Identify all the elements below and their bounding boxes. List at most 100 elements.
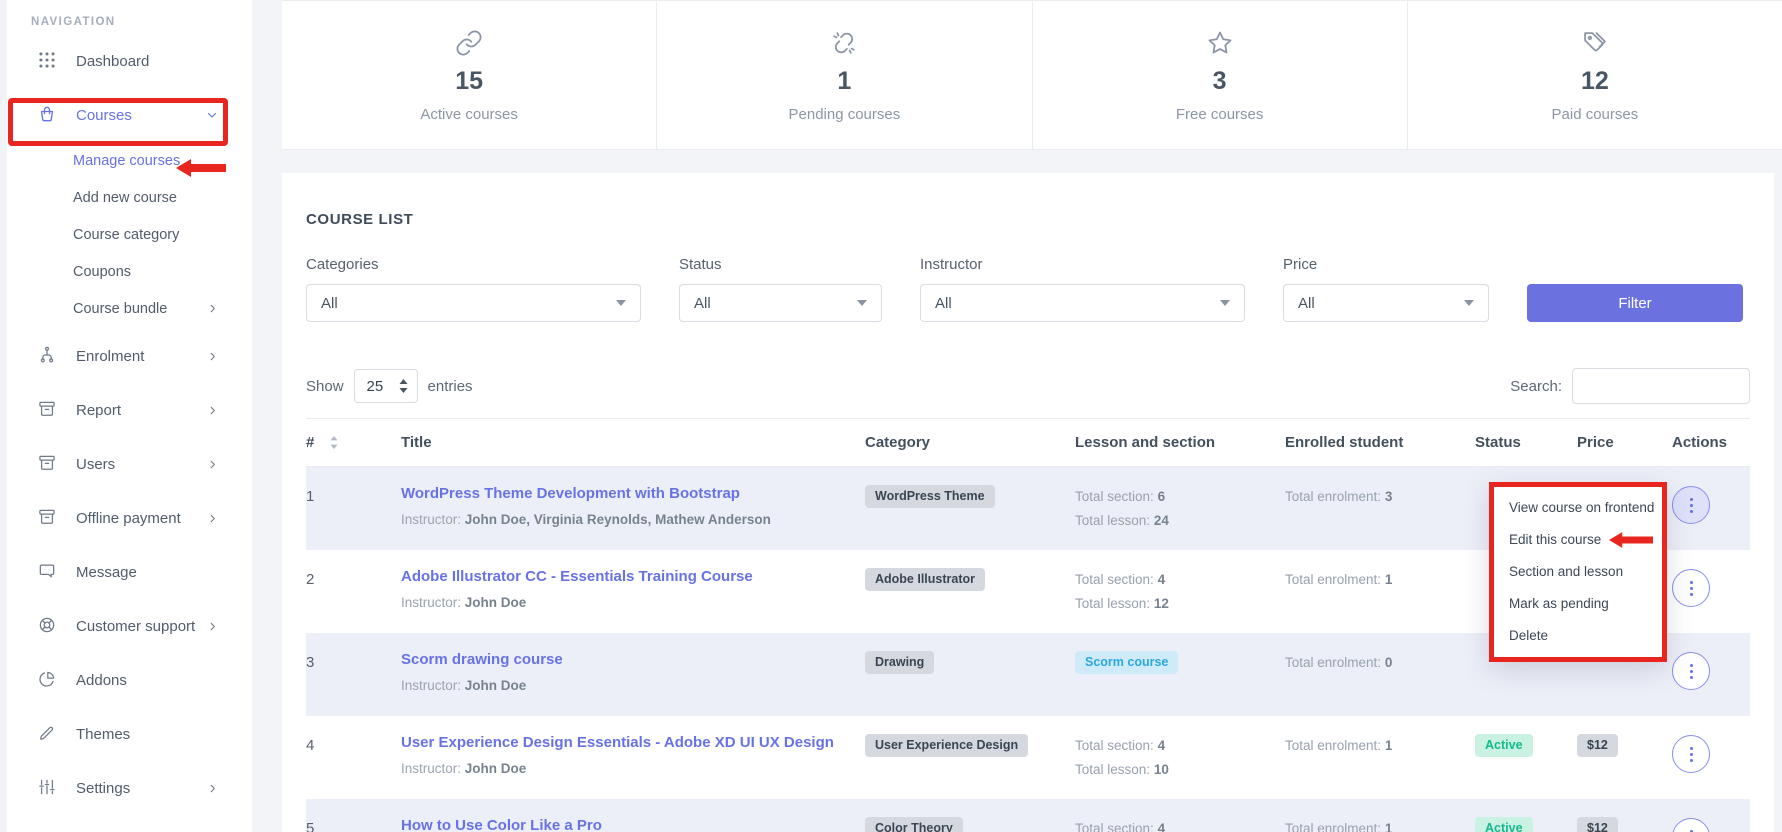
table-header-status[interactable]: Status bbox=[1475, 434, 1577, 451]
row-actions-button[interactable] bbox=[1672, 818, 1710, 832]
row-actions-button[interactable] bbox=[1672, 735, 1710, 773]
sidebar-item-message[interactable]: Message bbox=[7, 545, 252, 599]
sidebar-item-label: Themes bbox=[76, 726, 130, 743]
menu-item-mark-pending[interactable]: Mark as pending bbox=[1509, 588, 1662, 620]
hierarchy-icon bbox=[37, 345, 59, 367]
sidebar-item-report[interactable]: Report bbox=[7, 383, 252, 437]
sidebar-item-enrolment[interactable]: Enrolment bbox=[7, 329, 252, 383]
sidebar-item-label: Dashboard bbox=[76, 53, 149, 70]
subitem-label: Add new course bbox=[73, 190, 177, 206]
stat-card-free-courses: 3 Free courses bbox=[1033, 1, 1408, 149]
vertical-ellipsis-icon bbox=[1690, 504, 1693, 507]
price-select[interactable]: All bbox=[1283, 284, 1489, 322]
filter-instructor: Instructor All bbox=[920, 256, 1245, 322]
sidebar-subitem-course-bundle[interactable]: Course bundle bbox=[7, 290, 252, 327]
sidebar-item-offline-payment[interactable]: Offline payment bbox=[7, 491, 252, 545]
table-header-category[interactable]: Category bbox=[865, 434, 1075, 451]
filter-button[interactable]: Filter bbox=[1527, 284, 1743, 322]
sidebar-item-label: Addons bbox=[76, 672, 127, 689]
sidebar-item-label: Courses bbox=[76, 107, 132, 124]
sidebar-item-courses[interactable]: Courses bbox=[7, 88, 252, 142]
dropdown-caret-icon bbox=[616, 300, 626, 306]
instructor-names: John Doe bbox=[465, 761, 527, 776]
show-label: Show bbox=[306, 378, 344, 395]
table-header-title[interactable]: Title bbox=[401, 434, 865, 451]
table-header-enrolled[interactable]: Enrolled student bbox=[1285, 434, 1475, 451]
sidebar-item-customer-support[interactable]: Customer support bbox=[7, 599, 252, 653]
stat-value: 1 bbox=[837, 69, 851, 94]
row-actions-button[interactable] bbox=[1672, 486, 1710, 524]
search-input[interactable] bbox=[1572, 368, 1750, 404]
page-title: COURSE LIST bbox=[306, 211, 1750, 228]
spinner-icon bbox=[399, 379, 408, 393]
sidebar-item-label: Customer support bbox=[76, 618, 195, 635]
menu-item-label: Edit this course bbox=[1509, 524, 1601, 556]
sidebar-item-dashboard[interactable]: Dashboard bbox=[7, 34, 252, 88]
archive-icon bbox=[37, 507, 59, 529]
sort-icon[interactable] bbox=[330, 436, 338, 449]
sidebar-item-label: Enrolment bbox=[76, 348, 144, 365]
stat-value: 12 bbox=[1581, 69, 1609, 94]
course-title-link[interactable]: How to Use Color Like a Pro bbox=[401, 817, 602, 832]
menu-item-view-course[interactable]: View course on frontend bbox=[1509, 492, 1662, 524]
table-header-actions: Actions bbox=[1672, 434, 1750, 451]
menu-item-label: Delete bbox=[1509, 620, 1548, 652]
row-actions-button[interactable] bbox=[1672, 569, 1710, 607]
table-header-lesson[interactable]: Lesson and section bbox=[1075, 434, 1285, 451]
total-section-label: Total section: bbox=[1075, 738, 1154, 753]
row-index: 1 bbox=[306, 467, 401, 550]
pie-chart-icon bbox=[37, 669, 59, 691]
tags-icon bbox=[1581, 29, 1609, 59]
filter-label: Status bbox=[679, 256, 882, 273]
stats-cards: 15 Active courses 1 Pending courses 3 Fr… bbox=[282, 0, 1782, 150]
course-title-link[interactable]: Scorm drawing course bbox=[401, 651, 563, 668]
table-header-row: # Title Category Lesson and section Enro… bbox=[306, 419, 1750, 467]
page-size-control: Show 25 entries bbox=[306, 369, 473, 403]
menu-item-label: View course on frontend bbox=[1509, 492, 1654, 524]
table-row: 5 How to Use Color Like a Pro Instructor… bbox=[306, 799, 1750, 832]
subitem-label: Coupons bbox=[73, 264, 131, 280]
sidebar-item-label: Offline payment bbox=[76, 510, 181, 527]
filter-status: Status All bbox=[679, 256, 882, 322]
course-title-link[interactable]: WordPress Theme Development with Bootstr… bbox=[401, 485, 740, 502]
category-badge: WordPress Theme bbox=[865, 485, 995, 508]
total-lesson-value: 24 bbox=[1154, 513, 1169, 528]
stat-label: Free courses bbox=[1176, 106, 1264, 123]
stat-card-active-courses: 15 Active courses bbox=[282, 1, 657, 149]
filter-label: Instructor bbox=[920, 256, 1245, 273]
course-title-link[interactable]: Adobe Illustrator CC - Essentials Traini… bbox=[401, 568, 753, 585]
sidebar-item-settings[interactable]: Settings bbox=[7, 761, 252, 815]
categories-select[interactable]: All bbox=[306, 284, 641, 322]
selected-value: All bbox=[935, 295, 952, 312]
life-buoy-icon bbox=[37, 615, 59, 637]
selected-value: All bbox=[1298, 295, 1315, 312]
chevron-right-icon bbox=[207, 303, 218, 314]
filter-bar: Categories All Status All Instructor All… bbox=[306, 256, 1750, 322]
category-badge: Drawing bbox=[865, 651, 934, 674]
page-size-select[interactable]: 25 bbox=[354, 369, 418, 403]
sidebar-subitem-coupons[interactable]: Coupons bbox=[7, 253, 252, 290]
sidebar-item-addons[interactable]: Addons bbox=[7, 653, 252, 707]
course-title-link[interactable]: User Experience Design Essentials - Adob… bbox=[401, 734, 834, 751]
menu-item-section-lesson[interactable]: Section and lesson bbox=[1509, 556, 1662, 588]
status-select[interactable]: All bbox=[679, 284, 882, 322]
total-section-value: 4 bbox=[1158, 821, 1166, 832]
instructor-label: Instructor: bbox=[401, 512, 461, 527]
menu-item-edit-course[interactable]: Edit this course bbox=[1509, 524, 1662, 556]
sidebar-subitem-add-new-course[interactable]: Add new course bbox=[7, 179, 252, 216]
instructor-select[interactable]: All bbox=[920, 284, 1245, 322]
sidebar-subitem-course-category[interactable]: Course category bbox=[7, 216, 252, 253]
sidebar-item-label: Users bbox=[76, 456, 115, 473]
category-badge: Adobe Illustrator bbox=[865, 568, 985, 591]
sidebar-item-users[interactable]: Users bbox=[7, 437, 252, 491]
menu-item-delete[interactable]: Delete bbox=[1509, 620, 1662, 652]
dropdown-caret-icon bbox=[1464, 300, 1474, 306]
sidebar-item-themes[interactable]: Themes bbox=[7, 707, 252, 761]
page-size-value: 25 bbox=[367, 378, 384, 395]
total-lesson-label: Total lesson: bbox=[1075, 513, 1150, 528]
stat-label: Pending courses bbox=[789, 106, 901, 123]
total-enrolment-value: 1 bbox=[1385, 738, 1393, 753]
total-section-value: 4 bbox=[1158, 572, 1166, 587]
table-header-price[interactable]: Price bbox=[1577, 434, 1672, 451]
row-actions-button[interactable] bbox=[1672, 652, 1710, 690]
